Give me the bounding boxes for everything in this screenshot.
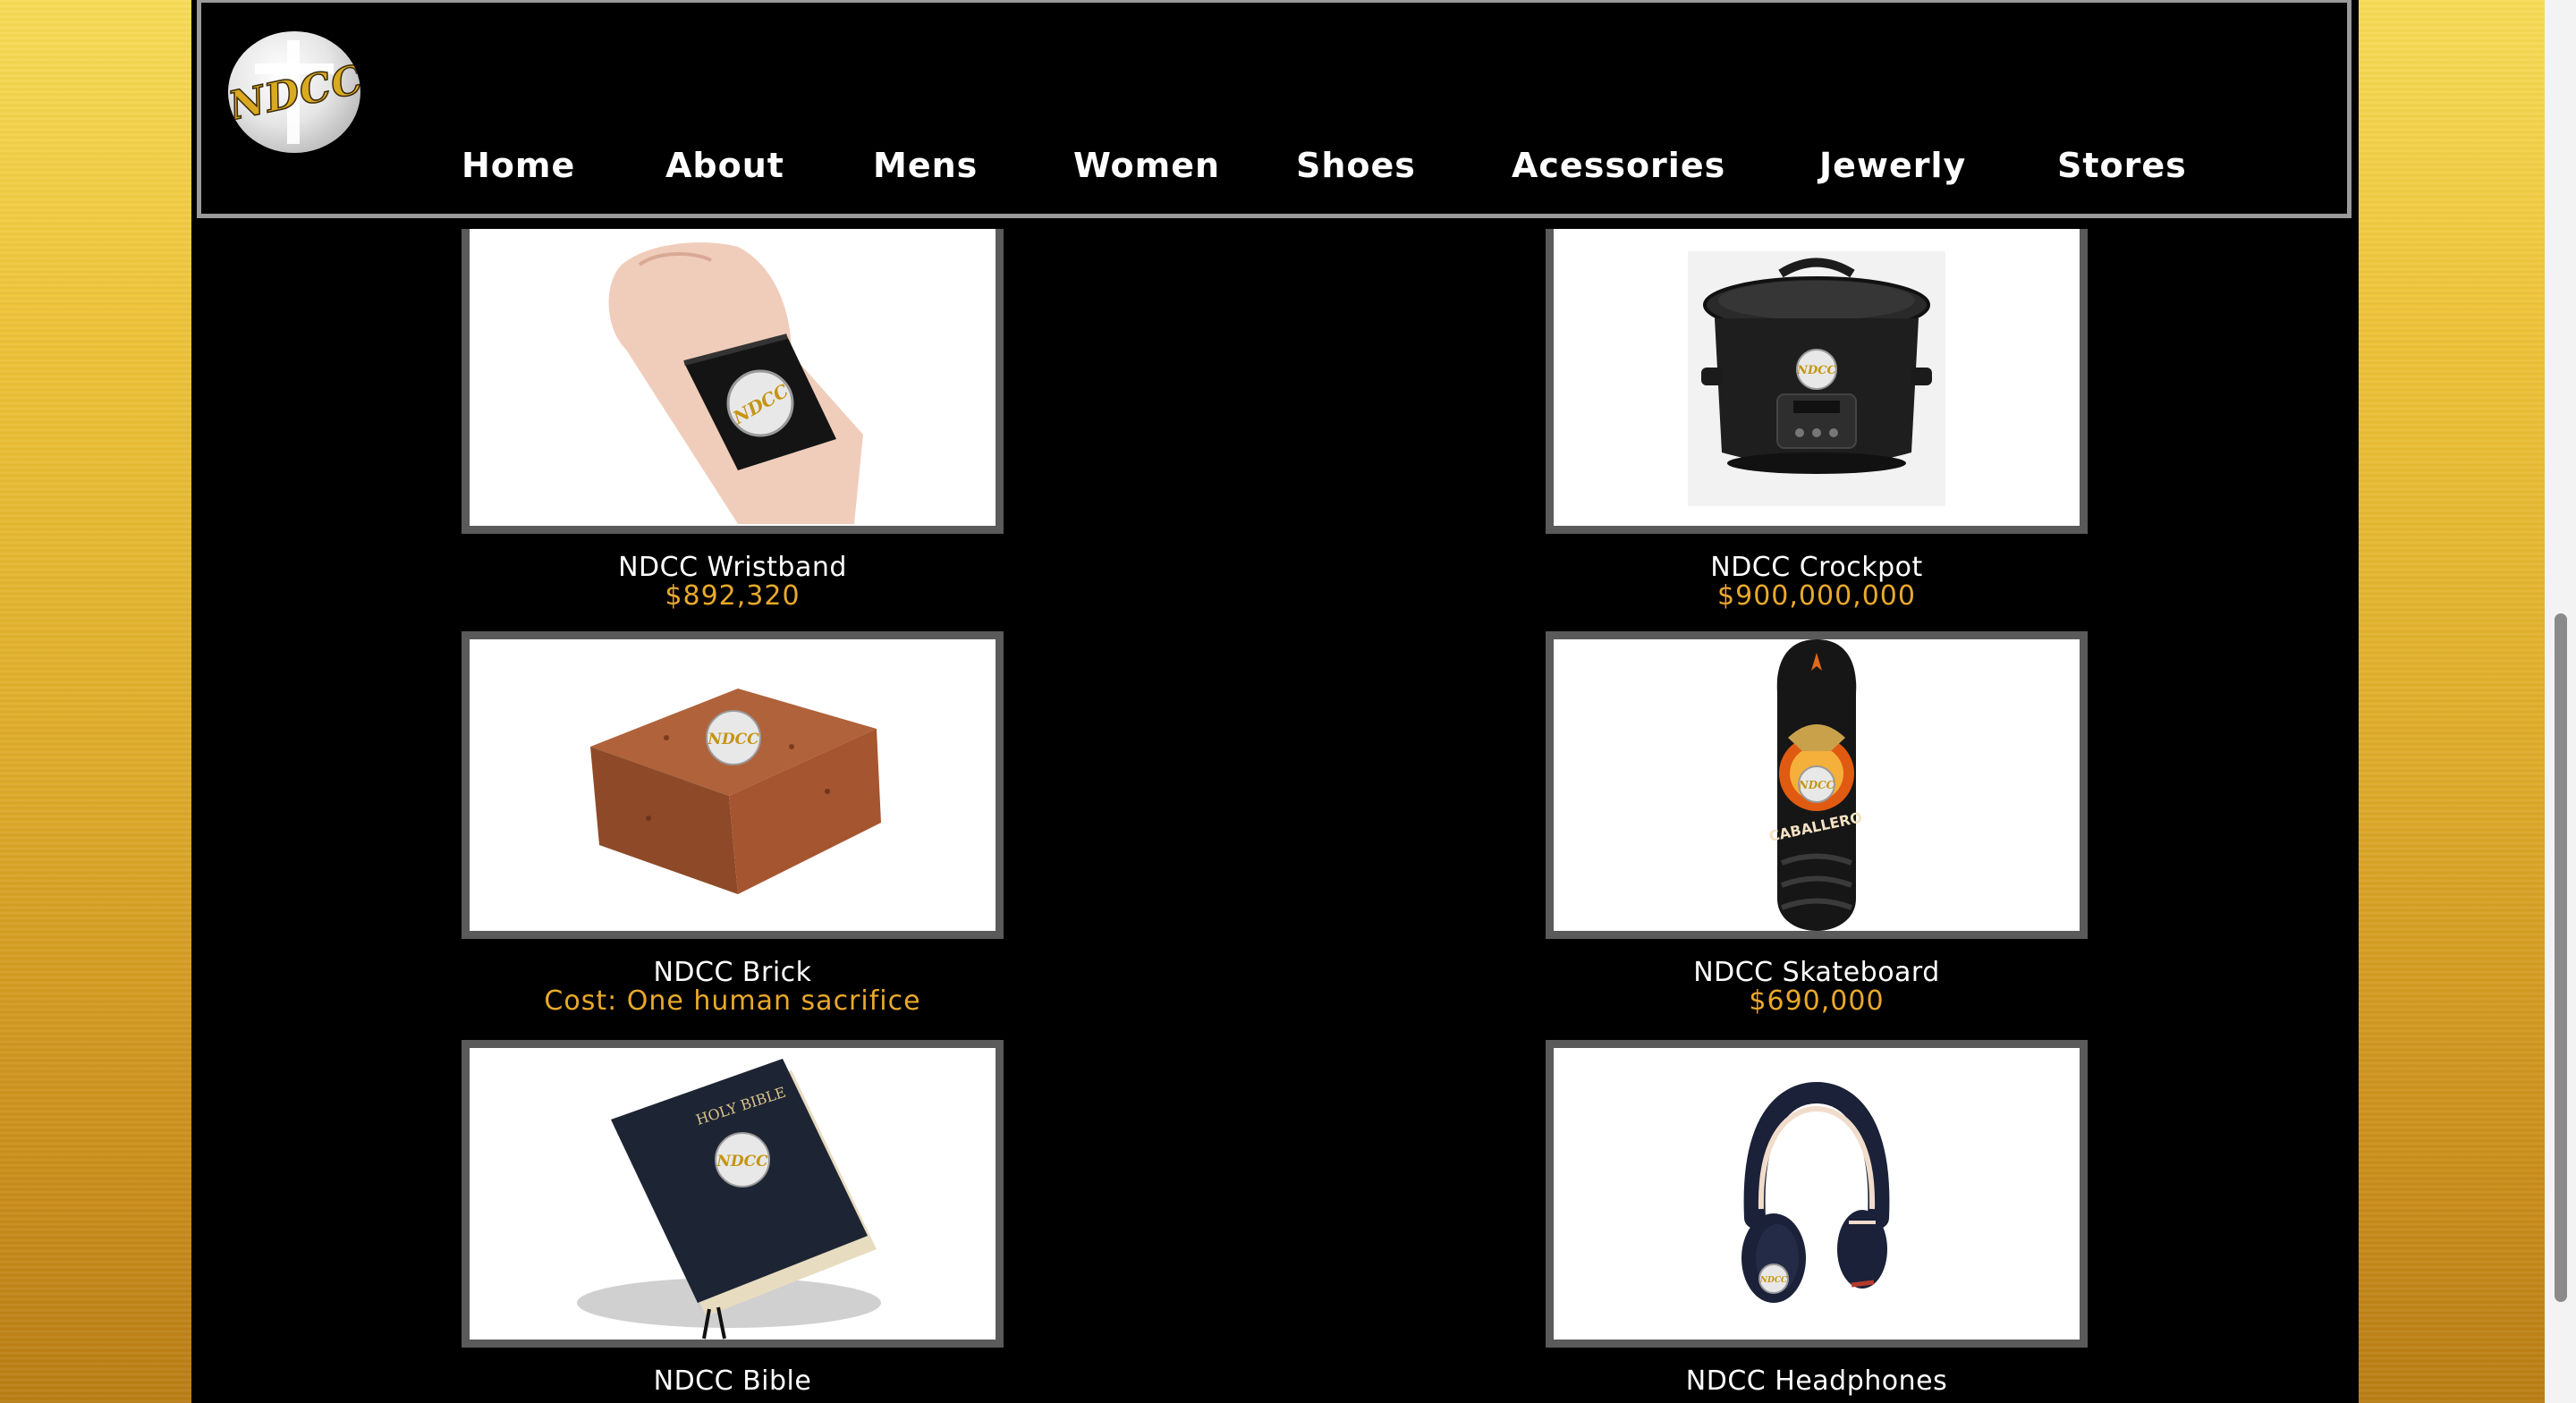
product-name[interactable]: NDCC Wristband: [462, 554, 1004, 582]
bible-image: HOLY BIBLE NDCC: [577, 1059, 881, 1340]
product-card-crockpot[interactable]: NDCC NDCC Crockpot $900,000,000: [1546, 229, 2088, 611]
product-card-bible[interactable]: HOLY BIBLE NDCC NDCC Bible: [462, 1040, 1004, 1396]
wristband-image: NDCC: [608, 242, 863, 524]
product-image-frame[interactable]: NDCC: [1546, 1040, 2088, 1348]
svg-text:NDCC: NDCC: [1759, 1276, 1788, 1285]
product-card-brick[interactable]: NDCC NDCC Brick Cost: One human sacrific…: [462, 631, 1004, 1016]
nav-jewerly[interactable]: Jewerly: [1819, 146, 1966, 185]
page-container: NDCC Home About Mens Women Shoes Acessor…: [191, 0, 2359, 1403]
product-card-headphones[interactable]: NDCC NDCC Headphones: [1546, 1040, 2088, 1396]
nav-home[interactable]: Home: [462, 146, 575, 185]
product-image-frame[interactable]: NDCC: [1546, 229, 2088, 534]
nav-acessories[interactable]: Acessories: [1512, 146, 1725, 185]
product-card-wristband[interactable]: NDCC NDCC Wristband $892,320: [462, 229, 1004, 611]
nav-stores[interactable]: Stores: [2057, 146, 2187, 185]
product-image-frame[interactable]: NDCC: [462, 631, 1004, 939]
product-name[interactable]: NDCC Skateboard: [1546, 959, 2088, 987]
product-price: $892,320: [665, 580, 801, 612]
product-price: $900,000,000: [1717, 580, 1916, 612]
crockpot-image: NDCC: [1688, 251, 1945, 506]
nav-women[interactable]: Women: [1073, 146, 1220, 185]
product-name[interactable]: NDCC Headphones: [1546, 1367, 2088, 1396]
svg-text:NDCC: NDCC: [716, 1153, 768, 1171]
product-name[interactable]: NDCC Bible: [462, 1367, 1004, 1396]
svg-text:NDCC: NDCC: [1796, 364, 1837, 377]
product-image-frame[interactable]: HOLY BIBLE NDCC: [462, 1040, 1004, 1348]
headphones-image: NDCC: [1741, 1081, 1890, 1303]
main-nav: Home About Mens Women Shoes Acessories J…: [201, 146, 2347, 199]
product-name[interactable]: NDCC Crockpot: [1546, 554, 2088, 582]
ndcc-logo[interactable]: NDCC: [228, 31, 360, 153]
product-price: Cost: One human sacrifice: [544, 985, 921, 1017]
scrollbar-thumb[interactable]: [2555, 613, 2567, 1302]
product-image-frame[interactable]: NDCC: [462, 229, 1004, 534]
nav-about[interactable]: About: [665, 146, 784, 185]
product-price: $690,000: [1749, 985, 1885, 1017]
product-card-skateboard[interactable]: NDCC CABALLERO NDCC Skateboard $690,000: [1546, 631, 2088, 1016]
site-header: NDCC Home About Mens Women Shoes Acessor…: [197, 0, 2351, 218]
skateboard-image: NDCC CABALLERO: [1767, 639, 1864, 931]
svg-text:NDCC: NDCC: [707, 731, 759, 748]
svg-text:NDCC: NDCC: [1798, 779, 1835, 791]
product-image-frame[interactable]: NDCC CABALLERO: [1546, 631, 2088, 939]
nav-mens[interactable]: Mens: [873, 146, 978, 185]
nav-shoes[interactable]: Shoes: [1296, 146, 1416, 185]
brick-image: NDCC: [590, 689, 881, 894]
product-name[interactable]: NDCC Brick: [462, 959, 1004, 987]
